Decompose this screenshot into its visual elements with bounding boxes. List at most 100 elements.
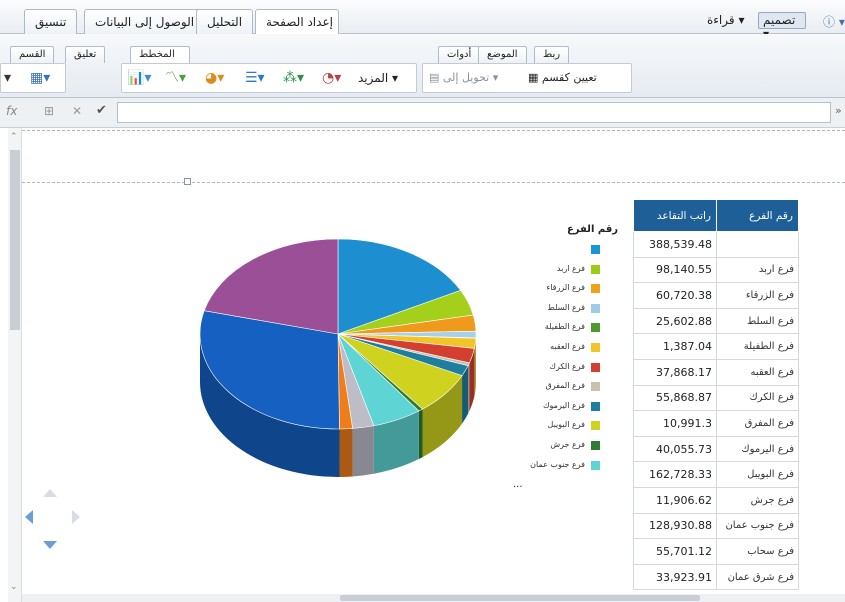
- subtab-chart[interactable]: المخطط: [130, 46, 190, 63]
- column-header-branch[interactable]: رقم الفرع: [716, 199, 799, 232]
- table-row[interactable]: 98,140.55 فرع اربد: [633, 256, 799, 284]
- scatter-icon[interactable]: ⁂▾: [283, 70, 304, 86]
- legend-swatch: [591, 362, 600, 372]
- legend-item[interactable]: فرع جرش: [508, 440, 600, 452]
- help-icon[interactable]: ⓘ ▾: [823, 13, 845, 30]
- subtab-label: الموضع: [487, 49, 518, 60]
- legend-item[interactable]: فرع اربد: [508, 264, 600, 276]
- table-row[interactable]: 33,923.91 فرع شرق عمان: [633, 563, 799, 591]
- table-row[interactable]: 55,868.87 فرع الكرك: [633, 384, 799, 412]
- legend-label: فرع البويبل: [547, 420, 585, 430]
- cell-value: 128,930.88: [633, 512, 717, 540]
- layout-icon[interactable]: ▦▾: [30, 70, 50, 86]
- subtab-label: أدوات: [447, 49, 472, 60]
- legend-swatch: [591, 421, 600, 431]
- legend-more[interactable]: ...: [513, 479, 605, 491]
- legend-item[interactable]: فرع العقبه: [508, 342, 600, 354]
- cell-branch: فرع جرش: [716, 486, 799, 514]
- line-chart-icon[interactable]: 〽▾: [165, 70, 186, 86]
- subtab-position[interactable]: الموضع: [478, 46, 527, 63]
- table-row[interactable]: 55,701.12 فرع سحاب: [633, 538, 799, 565]
- legend-item[interactable]: فرع جنوب عمان: [508, 460, 600, 472]
- cell-branch: فرع السلط: [716, 307, 799, 335]
- nav-up-icon[interactable]: [43, 489, 57, 497]
- subtab-tools[interactable]: أدوات: [438, 46, 481, 63]
- table-row[interactable]: 37,868.17 فرع العقبه: [633, 358, 799, 386]
- tab-page-setup[interactable]: إعداد الصفحة: [255, 9, 339, 35]
- chart-legend: رقم الفرع فرع اربد فرع الزرقاء فرع السلط فر…: [508, 220, 628, 500]
- legend-label: فرع الطفيلة: [544, 322, 585, 332]
- tab-analysis[interactable]: التحليل: [196, 9, 254, 34]
- table-row[interactable]: 10,991.3 فرع المفرق: [633, 410, 799, 437]
- legend-swatch: [591, 284, 600, 294]
- set-section-button[interactable]: ▦ تعيين كقسم: [528, 71, 597, 84]
- legend-label: فرع العقبه: [550, 342, 585, 351]
- cancel-icon[interactable]: ✕: [72, 104, 82, 118]
- legend-item[interactable]: فرع السلط: [508, 303, 600, 315]
- design-button[interactable]: تصميم ▾: [758, 12, 806, 41]
- confirm-icon[interactable]: ✔: [96, 103, 107, 118]
- scrollbar-thumb[interactable]: [10, 150, 20, 330]
- legend-item[interactable]: فرع المفرق: [508, 381, 600, 393]
- table-row[interactable]: 162,728.33 فرع البويبل: [633, 461, 799, 488]
- read-button[interactable]: قراءة ▾: [707, 13, 744, 27]
- subtab-link[interactable]: ربط: [534, 46, 570, 63]
- bar-chart-icon[interactable]: 📊▾: [127, 70, 151, 86]
- subtab-section[interactable]: القسم: [10, 46, 55, 63]
- cell-branch: فرع البويبل: [716, 461, 799, 488]
- set-section-label: تعيين كقسم: [541, 71, 597, 84]
- legend-swatch: [591, 460, 600, 470]
- horizontal-bar-icon[interactable]: ☰▾: [245, 70, 265, 86]
- pie-chart-icon[interactable]: ◕▾: [205, 70, 224, 86]
- scroll-down-icon[interactable]: ⌄: [10, 582, 18, 592]
- table-row[interactable]: 1,387.04 فرع الطفيلة: [633, 333, 799, 360]
- fx-icon[interactable]: fx: [6, 104, 17, 118]
- resize-handle[interactable]: [184, 178, 191, 185]
- horizontal-scrollbar-thumb[interactable]: [340, 595, 700, 601]
- cell-branch: فرع سحاب: [716, 538, 799, 565]
- legend-swatch: [591, 441, 600, 450]
- gauge-icon[interactable]: ◔▾: [322, 70, 341, 86]
- table-row[interactable]: 388,539.48: [633, 231, 799, 258]
- table-row[interactable]: 40,055.73 فرع اليرموك: [633, 435, 799, 463]
- legend-label: فرع المفرق: [545, 381, 585, 391]
- nav-left-icon[interactable]: [25, 510, 33, 524]
- convert-button[interactable]: ▤ تحويل إلى ▾: [429, 71, 498, 84]
- legend-swatch: [591, 401, 600, 411]
- legend-swatch: [591, 382, 600, 392]
- cell-branch: فرع الكرك: [716, 384, 799, 412]
- table-row[interactable]: 128,930.88 فرع جنوب عمان: [633, 512, 799, 540]
- insert-function-icon[interactable]: ⊞: [44, 104, 54, 118]
- dropdown-arrow-icon[interactable]: ▾: [4, 70, 11, 86]
- more-button[interactable]: المزيد ▾: [358, 71, 398, 85]
- cell-value: 40,055.73: [633, 435, 717, 463]
- tab-format[interactable]: تنسيق: [24, 9, 78, 34]
- cell-value: 55,701.12: [633, 538, 717, 565]
- tab-data-access[interactable]: الوصول إلى البيانات: [84, 9, 206, 34]
- tab-label: إعداد الصفحة: [266, 15, 333, 29]
- table-row[interactable]: 11,906.62 فرع جرش: [633, 486, 799, 514]
- nav-right-icon[interactable]: [72, 510, 80, 524]
- cell-value: 388,539.48: [633, 231, 717, 258]
- legend-swatch: [591, 343, 600, 352]
- legend-item[interactable]: فرع البويبل: [508, 420, 600, 432]
- subtab-comment[interactable]: تعليق: [65, 46, 106, 63]
- table-row[interactable]: 60,720.38 فرع الزرقاء: [633, 282, 799, 309]
- column-header-value[interactable]: راتب التقاعد: [633, 199, 717, 232]
- expand-icon[interactable]: »: [835, 104, 842, 117]
- legend-item[interactable]: فرع الطفيلة: [508, 322, 600, 334]
- legend-item[interactable]: فرع اليرموك: [508, 401, 600, 413]
- scroll-up-icon[interactable]: ⌃: [10, 132, 18, 142]
- cell-branch: فرع اليرموك: [716, 435, 799, 463]
- legend-item[interactable]: فرع الزرقاء: [508, 283, 600, 295]
- nav-down-icon[interactable]: [43, 541, 57, 549]
- pie-slice-side: [418, 409, 423, 459]
- legend-item[interactable]: [508, 244, 600, 256]
- pie-slice-side: [339, 428, 353, 477]
- table-row[interactable]: 25,602.88 فرع السلط: [633, 307, 799, 335]
- formula-input[interactable]: [117, 102, 831, 123]
- cell-value: 37,868.17: [633, 358, 717, 386]
- legend-item[interactable]: فرع الكرك: [508, 362, 600, 374]
- read-label: قراءة: [707, 13, 735, 27]
- cell-branch: فرع الطفيلة: [716, 333, 799, 360]
